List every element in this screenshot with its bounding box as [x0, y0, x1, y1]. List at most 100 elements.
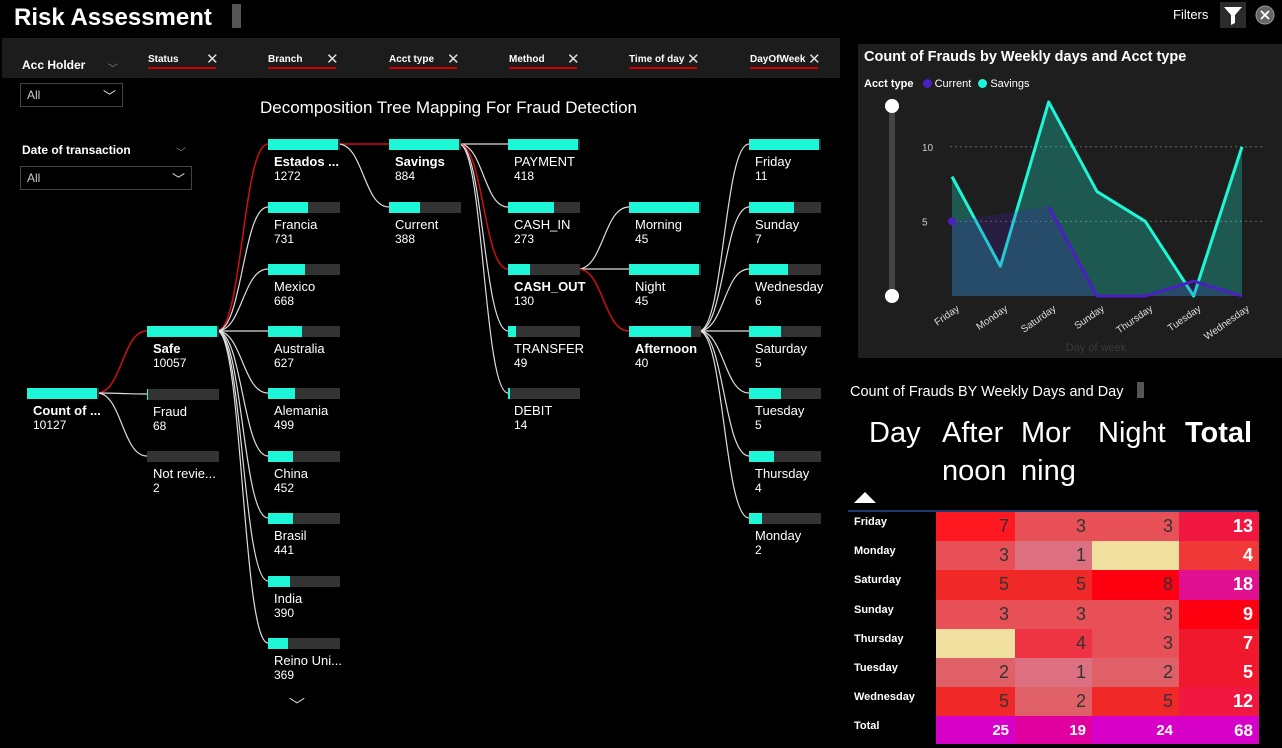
matrix-total-cell: 68: [1179, 716, 1259, 744]
tree-node-status[interactable]: Safe 10057: [147, 326, 219, 370]
node-label: India: [274, 591, 303, 606]
node-bar-fill: [749, 264, 788, 275]
node-bar: [147, 451, 219, 462]
tree-node-branch[interactable]: Brasil 441: [268, 513, 340, 557]
tree-node-branch[interactable]: China 452: [268, 451, 340, 495]
filter-icon[interactable]: [1220, 2, 1246, 28]
matrix-column-header[interactable]: Total: [1185, 414, 1252, 452]
matrix-column-header[interactable]: Day: [869, 414, 921, 452]
tree-node-time[interactable]: Night 45: [629, 264, 701, 308]
tree-node-method[interactable]: CASH_OUT 130: [508, 264, 586, 308]
node-bar: [268, 513, 340, 524]
node-bar-fill: [749, 139, 819, 150]
node-value: 6: [755, 294, 762, 308]
node-bar-fill: [389, 202, 420, 213]
close-icon[interactable]: [1254, 4, 1276, 26]
node-value: 1272: [274, 169, 301, 183]
matrix-column-header[interactable]: Night: [1098, 414, 1166, 452]
filters-label[interactable]: Filters: [1173, 7, 1208, 22]
matrix-cell: 2: [1092, 658, 1179, 688]
tree-root-node[interactable]: Count of ... 10127: [27, 388, 101, 432]
tree-node-day[interactable]: Tuesday 5: [749, 388, 821, 432]
node-label: CASH_OUT: [514, 279, 586, 294]
matrix-cell: 3: [1015, 599, 1092, 629]
matrix-cell: 7: [1179, 628, 1259, 658]
tree-node-branch[interactable]: Reino Uni... 369: [268, 638, 342, 682]
node-label: PAYMENT: [514, 154, 575, 169]
tree-node-day[interactable]: Sunday 7: [749, 202, 821, 246]
matrix-cell: 3: [1015, 512, 1092, 542]
node-bar: [268, 139, 340, 150]
chevron-down-icon[interactable]: ﹀: [289, 692, 305, 716]
node-bar: [508, 388, 580, 399]
node-label: Count of ...: [33, 403, 101, 418]
matrix-row-label: Friday: [854, 516, 888, 528]
tree-node-method[interactable]: TRANSFER 49: [508, 326, 584, 370]
point-current: [948, 217, 956, 226]
tree-node-branch[interactable]: India 390: [268, 576, 340, 620]
matrix-cell: 2: [1015, 687, 1092, 717]
node-value: 2: [755, 543, 762, 557]
matrix-total-cell: 24: [1092, 716, 1179, 744]
node-bar: [268, 202, 340, 213]
node-value: 731: [274, 232, 295, 246]
matrix-cell: [936, 628, 1015, 658]
tree-node-acct[interactable]: Current 388: [389, 202, 461, 246]
matrix-cell: 3: [1092, 599, 1179, 629]
tree-node-day[interactable]: Wednesday 6: [749, 264, 823, 308]
node-bar-fill: [508, 388, 511, 399]
fraud-line-chart: Count of Frauds by Weekly days and Acct …: [858, 44, 1282, 358]
x-tick-label: Friday: [933, 303, 962, 328]
x-tick-label: Wednesday: [1202, 303, 1251, 342]
node-label: Savings: [395, 154, 445, 169]
tree-node-branch[interactable]: Estados ... 1272: [268, 139, 340, 183]
node-value: 499: [274, 418, 295, 432]
node-bar: [749, 139, 821, 150]
node-value: 45: [635, 232, 649, 246]
matrix-column-header[interactable]: After noon: [942, 414, 1007, 490]
tree-node-time[interactable]: Afternoon 40: [629, 326, 701, 370]
tree-path: [458, 143, 509, 394]
tree-node-time[interactable]: Morning 45: [629, 202, 701, 246]
tree-path: [96, 392, 148, 395]
node-bar-fill: [749, 451, 775, 462]
tree-node-day[interactable]: Friday 11: [749, 139, 821, 183]
tree-node-day[interactable]: Saturday 5: [749, 326, 821, 370]
node-bar-fill: [268, 388, 296, 399]
tree-node-method[interactable]: PAYMENT 418: [508, 139, 580, 183]
tree-node-branch[interactable]: Alemania 499: [268, 388, 340, 432]
y-tick-label: 10: [922, 143, 934, 154]
tree-node-day[interactable]: Monday 2: [749, 513, 821, 557]
tree-node-acct[interactable]: Savings 884: [389, 139, 461, 183]
x-tick-label: Tuesday: [1166, 303, 1203, 334]
node-bar: [749, 326, 821, 337]
zoom-slider-handle[interactable]: [885, 99, 899, 113]
tree-node-day[interactable]: Thursday 4: [749, 451, 821, 495]
tree-node-status[interactable]: Not revie... 2: [147, 451, 219, 495]
zoom-slider-handle[interactable]: [885, 289, 899, 303]
node-value: 390: [274, 606, 295, 620]
matrix-cell: [1092, 541, 1179, 571]
tree-node-branch[interactable]: Australia 627: [268, 326, 340, 370]
node-bar-fill: [147, 326, 217, 337]
node-bar: [508, 202, 580, 213]
node-value: 68: [153, 419, 167, 433]
node-bar-fill: [508, 139, 578, 150]
matrix-cell: 3: [936, 541, 1015, 571]
tree-path: [698, 143, 750, 332]
tree-node-status[interactable]: Fraud 68: [147, 389, 219, 433]
tree-node-method[interactable]: CASH_IN 273: [508, 202, 580, 246]
node-label: Not revie...: [153, 466, 216, 481]
node-value: 4: [755, 481, 762, 495]
tree-node-branch[interactable]: Francia 731: [268, 202, 340, 246]
matrix-row-label: Thursday: [854, 632, 904, 645]
node-bar-fill: [268, 264, 306, 275]
matrix-column-header[interactable]: Mor ning: [1021, 414, 1076, 490]
node-label: Monday: [755, 528, 802, 543]
node-bar: [147, 389, 219, 400]
tree-connectors: [96, 143, 750, 644]
sort-ascending-icon[interactable]: [854, 492, 876, 503]
node-label: Friday: [755, 154, 792, 169]
tree-node-method[interactable]: DEBIT 14: [508, 388, 580, 432]
tree-node-branch[interactable]: Mexico 668: [268, 264, 340, 308]
